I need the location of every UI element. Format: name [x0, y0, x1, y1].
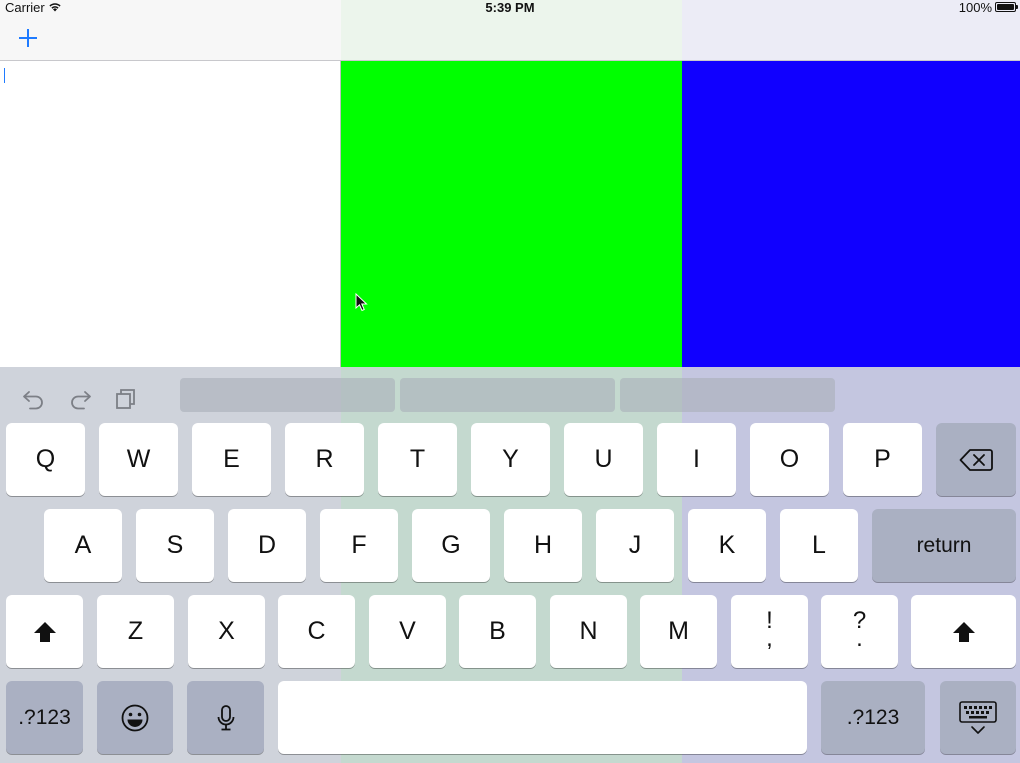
green-panel — [341, 61, 682, 367]
backspace-icon — [959, 448, 993, 471]
status-time: 5:39 PM — [485, 0, 535, 15]
key-label: M — [668, 617, 689, 645]
key-label: A — [74, 531, 92, 559]
battery-icon — [995, 2, 1018, 12]
key-label-bottom: . — [856, 624, 863, 652]
shift-icon — [952, 621, 975, 642]
key-o[interactable]: O — [750, 423, 829, 496]
key-question-period[interactable]: ? . — [821, 595, 898, 668]
battery-percent: 100% — [958, 0, 992, 15]
key-label: Z — [127, 617, 144, 645]
numbers-key-left[interactable]: .?123 — [6, 681, 83, 754]
panel-divider — [340, 61, 341, 367]
key-label: T — [409, 445, 426, 473]
plus-icon[interactable] — [14, 24, 42, 52]
key-label: I — [693, 445, 700, 473]
keyboard-dismiss-icon — [959, 700, 997, 734]
key-v[interactable]: V — [369, 595, 446, 668]
emoji-key[interactable] — [97, 681, 173, 754]
key-q[interactable]: Q — [6, 423, 85, 496]
mouse-pointer-icon — [355, 293, 368, 312]
microphone-icon — [217, 704, 234, 730]
return-key[interactable]: return — [872, 509, 1016, 582]
redo-icon[interactable] — [66, 383, 94, 411]
key-label: D — [257, 531, 277, 559]
text-cursor — [4, 68, 5, 83]
key-label: .?123 — [846, 705, 900, 729]
ipad-screen: Carrier 5:39 PM 100% Q W E R T Y U I O P… — [0, 0, 1020, 763]
key-x[interactable]: X — [188, 595, 265, 668]
key-label: W — [126, 445, 151, 473]
key-label: O — [779, 445, 800, 473]
key-label-top: ! — [766, 606, 773, 634]
key-label: S — [166, 531, 184, 559]
key-label: R — [315, 445, 334, 473]
key-k[interactable]: K — [688, 509, 766, 582]
key-w[interactable]: W — [99, 423, 178, 496]
key-a[interactable]: A — [44, 509, 122, 582]
key-label-bottom: , — [766, 624, 773, 652]
key-label: Q — [35, 445, 56, 473]
key-label: K — [718, 531, 736, 559]
delete-key[interactable] — [936, 423, 1016, 496]
undo-icon[interactable] — [20, 383, 48, 411]
key-i[interactable]: I — [657, 423, 736, 496]
key-label: X — [218, 617, 235, 645]
key-f[interactable]: F — [320, 509, 398, 582]
suggestion-slot-3[interactable] — [620, 378, 835, 412]
battery-fill — [997, 4, 1014, 10]
key-label: J — [628, 531, 642, 559]
key-b[interactable]: B — [459, 595, 536, 668]
key-u[interactable]: U — [564, 423, 643, 496]
key-h[interactable]: H — [504, 509, 582, 582]
shift-icon — [33, 621, 56, 642]
key-z[interactable]: Z — [97, 595, 174, 668]
key-p[interactable]: P — [843, 423, 922, 496]
text-area-panel[interactable] — [0, 61, 341, 367]
key-label: E — [223, 445, 240, 473]
space-key[interactable] — [278, 681, 807, 754]
key-label-top: ? — [852, 606, 867, 634]
key-label: Y — [502, 445, 519, 473]
key-d[interactable]: D — [228, 509, 306, 582]
key-c[interactable]: C — [278, 595, 355, 668]
key-m[interactable]: M — [640, 595, 717, 668]
key-label: L — [812, 531, 826, 559]
key-label: V — [399, 617, 416, 645]
key-label: G — [441, 531, 461, 559]
key-e[interactable]: E — [192, 423, 271, 496]
key-label: return — [916, 533, 972, 557]
suggestion-slot-2[interactable] — [400, 378, 615, 412]
keyboard-dismiss-key[interactable] — [940, 681, 1016, 754]
microphone-key[interactable] — [187, 681, 264, 754]
key-label: P — [874, 445, 891, 473]
key-n[interactable]: N — [550, 595, 627, 668]
paste-icon[interactable] — [112, 383, 140, 411]
key-label: B — [489, 617, 506, 645]
key-label: N — [579, 617, 598, 645]
key-label: .?123 — [18, 705, 71, 729]
key-r[interactable]: R — [285, 423, 364, 496]
key-l[interactable]: L — [780, 509, 858, 582]
key-label: C — [307, 617, 326, 645]
key-t[interactable]: T — [378, 423, 457, 496]
key-j[interactable]: J — [596, 509, 674, 582]
key-label: F — [351, 531, 367, 559]
shift-key-left[interactable] — [6, 595, 83, 668]
suggestion-slot-1[interactable] — [180, 378, 395, 412]
emoji-icon — [121, 704, 149, 731]
key-label: U — [594, 445, 613, 473]
key-label: H — [533, 531, 553, 559]
numbers-key-right[interactable]: .?123 — [821, 681, 925, 754]
shift-key-right[interactable] — [911, 595, 1016, 668]
key-y[interactable]: Y — [471, 423, 550, 496]
key-exclamation-comma[interactable]: ! , — [731, 595, 808, 668]
key-g[interactable]: G — [412, 509, 490, 582]
key-s[interactable]: S — [136, 509, 214, 582]
keyboard: Q W E R T Y U I O P A S D F G H J K L re… — [0, 367, 1020, 763]
blue-panel — [682, 61, 1020, 367]
